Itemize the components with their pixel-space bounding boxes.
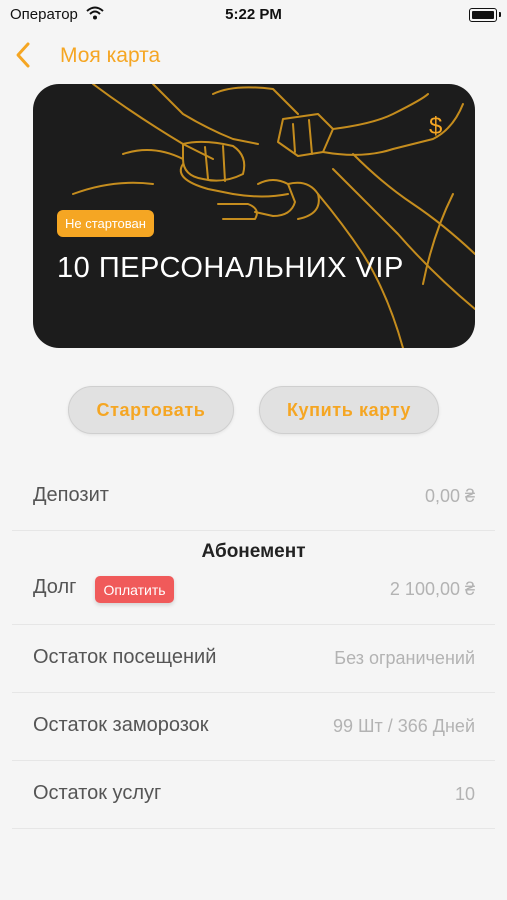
buy-card-button[interactable]: Купить карту (259, 386, 439, 434)
services-label: Остаток услуг (33, 782, 162, 804)
battery-icon (469, 8, 501, 22)
debt-value: 2 100,00 ₴ (389, 579, 475, 599)
dollar-icon: $ (429, 113, 442, 140)
deposit-row: Депозит 0,00 ₴ (12, 462, 495, 531)
deposit-label: Депозит (33, 484, 109, 506)
nav-bar: Моя карта (0, 38, 507, 74)
freezes-value: 99 Шт / 366 Дней (333, 716, 475, 736)
card-title: 10 ПЕРСОНАЛЬНИХ VIP (57, 252, 404, 284)
status-badge: Не стартован (57, 210, 154, 237)
pay-button[interactable]: Оплатить (95, 576, 174, 603)
deposit-value: 0,00 ₴ (424, 486, 475, 506)
page-title: Моя карта (60, 44, 161, 67)
visits-value: Без ограничений (334, 648, 475, 668)
back-button[interactable] (12, 40, 38, 70)
freezes-label: Остаток заморозок (33, 714, 209, 736)
chevron-left-icon (16, 42, 30, 68)
membership-card: $ Не стартован 10 ПЕРСОНАЛЬНИХ VIP (33, 84, 475, 348)
debt-label: Долг (33, 576, 77, 598)
services-value: 10 (454, 784, 475, 804)
freezes-row: Остаток заморозок 99 Шт / 366 Дней (12, 692, 495, 761)
start-button[interactable]: Стартовать (68, 386, 234, 434)
clock: 5:22 PM (225, 6, 282, 23)
visits-label: Остаток посещений (33, 646, 217, 668)
status-bar: Оператор 5:22 PM (0, 0, 507, 30)
visits-row: Остаток посещений Без ограничений (12, 624, 495, 693)
debt-row: Долг 2 100,00 ₴ (12, 530, 495, 625)
services-row: Остаток услуг 10 (12, 760, 495, 829)
